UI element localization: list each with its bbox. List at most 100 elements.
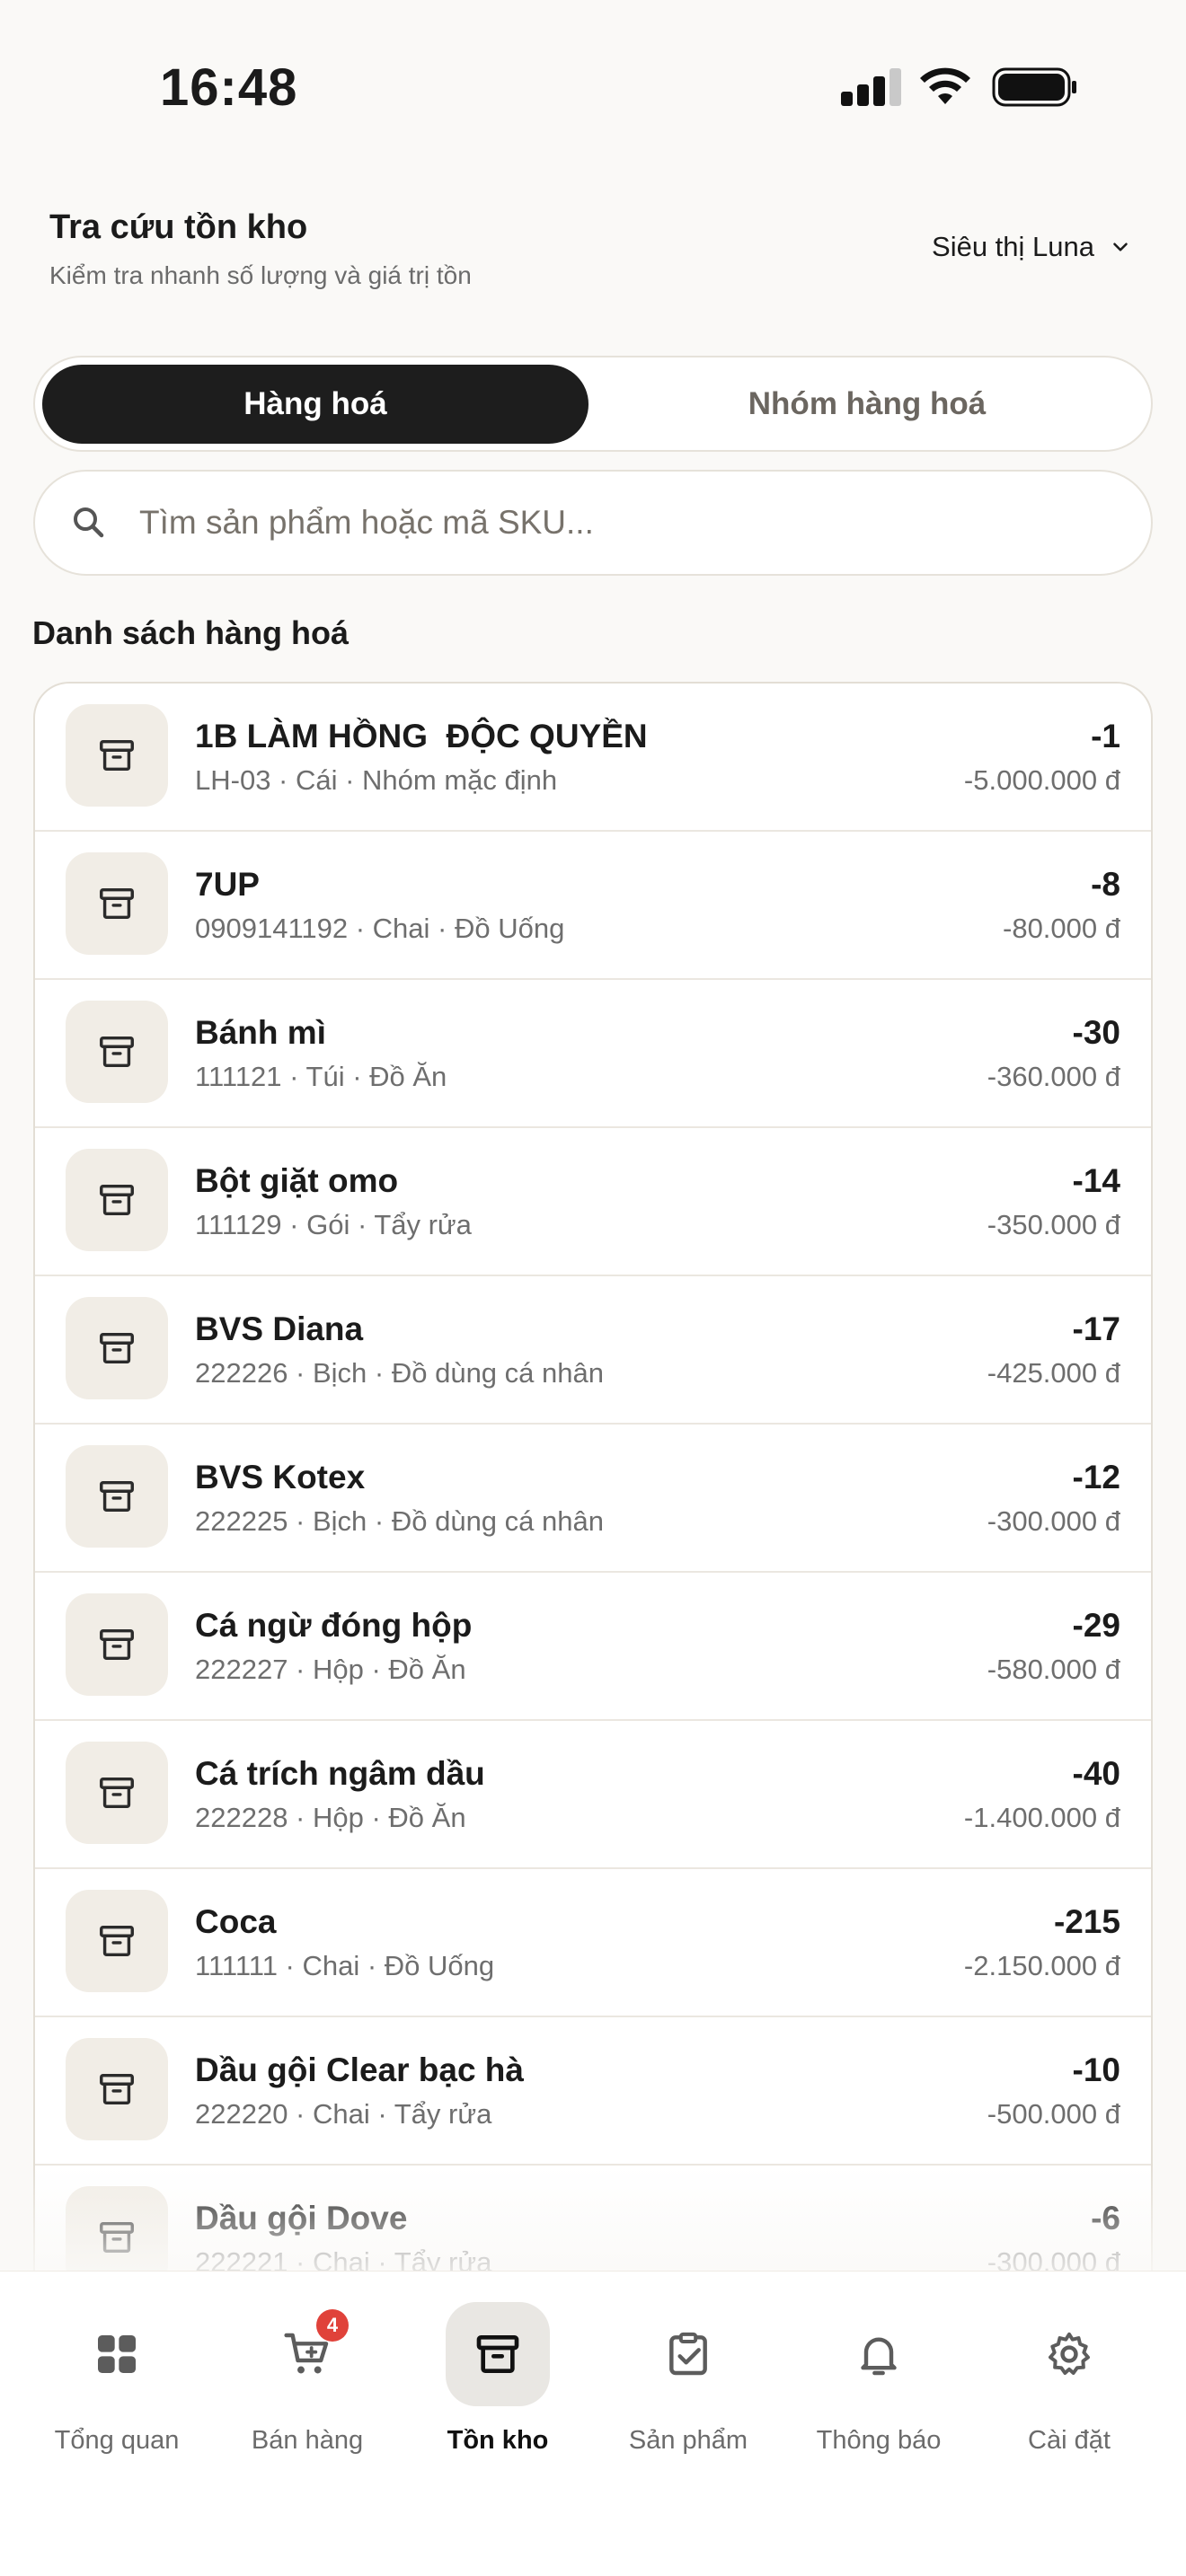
product-meta: 222225 · Bịch · Đồ dùng cá nhân bbox=[195, 1505, 604, 1537]
chevron-down-icon bbox=[1113, 243, 1128, 251]
search-input[interactable] bbox=[139, 504, 1038, 542]
product-quantity: -10 bbox=[1072, 2051, 1120, 2088]
product-thumbnail bbox=[66, 704, 168, 807]
product-thumbnail bbox=[66, 1742, 168, 1844]
product-name: BVS Kotex bbox=[195, 1459, 366, 1495]
search-bar bbox=[33, 470, 1153, 576]
product-thumbnail bbox=[66, 1297, 168, 1399]
product-value: -425.000 đ bbox=[987, 1357, 1120, 1389]
tab-products[interactable]: Sản phẩm bbox=[603, 2302, 774, 2473]
product-value: -580.000 đ bbox=[987, 1654, 1120, 1685]
segment-items[interactable]: Hàng hoá bbox=[42, 365, 589, 444]
bottom-tab-bar: Tổng quan 4 Bán hàng Tồn kho Sản phẩm Th… bbox=[0, 2271, 1186, 2576]
archive-icon bbox=[100, 1628, 134, 1661]
product-meta: LH-03 · Cái · Nhóm mặc định bbox=[195, 764, 558, 796]
product-value: -500.000 đ bbox=[987, 2098, 1120, 2130]
tab-overview[interactable]: Tổng quan bbox=[31, 2302, 202, 2473]
product-thumbnail bbox=[66, 2186, 168, 2272]
product-thumbnail bbox=[66, 2038, 168, 2140]
archive-icon bbox=[476, 2335, 519, 2373]
product-name: Bánh mì bbox=[195, 1014, 326, 1051]
product-thumbnail bbox=[66, 1593, 168, 1696]
product-value: -360.000 đ bbox=[987, 1061, 1120, 1092]
product-value: -300.000 đ bbox=[987, 2246, 1120, 2272]
product-name: 1B LÀM HỒNG ĐỘC QUYỀN bbox=[195, 718, 648, 754]
product-meta: 222226 · Bịch · Đồ dùng cá nhân bbox=[195, 1357, 604, 1389]
list-item[interactable]: BVS Kotex 222225 · Bịch · Đồ dùng cá nhâ… bbox=[35, 1425, 1151, 1573]
page-subtitle: Kiểm tra nhanh số lượng và giá trị tồn bbox=[49, 261, 472, 289]
battery-icon bbox=[992, 67, 1076, 107]
product-quantity: -1 bbox=[1091, 718, 1120, 754]
product-quantity: -215 bbox=[1053, 1903, 1120, 1940]
segment-item-groups[interactable]: Nhóm hàng hoá bbox=[589, 365, 1146, 444]
product-value: -80.000 đ bbox=[1003, 913, 1120, 944]
store-selector[interactable]: Siêu thị Luna bbox=[932, 231, 1132, 263]
product-name: Dầu gội Dove bbox=[195, 2200, 408, 2236]
product-quantity: -17 bbox=[1072, 1310, 1120, 1347]
product-name: 7UP bbox=[195, 866, 260, 903]
bell-icon bbox=[861, 2337, 897, 2376]
product-thumbnail bbox=[66, 1445, 168, 1548]
product-value: -2.150.000 đ bbox=[963, 1950, 1120, 1981]
tab-notifications[interactable]: Thông báo bbox=[793, 2302, 964, 2473]
product-thumbnail bbox=[66, 1001, 168, 1103]
status-bar: 16:48 bbox=[0, 0, 1186, 171]
product-thumbnail bbox=[66, 1149, 168, 1251]
product-meta: 222228 · Hộp · Đồ Ăn bbox=[195, 1802, 466, 1833]
list-item[interactable]: Bột giặt omo 111129 · Gói · Tẩy rửa -14 … bbox=[35, 1128, 1151, 1276]
product-list: 1B LÀM HỒNG ĐỘC QUYỀN LH-03 · Cái · Nhóm… bbox=[33, 682, 1153, 2272]
page-title: Tra cứu tồn kho bbox=[49, 208, 308, 246]
product-meta: 222227 · Hộp · Đồ Ăn bbox=[195, 1654, 466, 1685]
product-quantity: -12 bbox=[1072, 1459, 1120, 1495]
tab-sales[interactable]: 4 Bán hàng bbox=[222, 2302, 393, 2473]
list-item[interactable]: Dầu gội Dove 222221 · Chai · Tẩy rửa -6 … bbox=[35, 2166, 1151, 2272]
archive-icon bbox=[100, 1777, 134, 1809]
archive-icon bbox=[100, 739, 134, 772]
product-value: -1.400.000 đ bbox=[963, 1802, 1120, 1833]
tab-label: Tổng quan bbox=[54, 2426, 180, 2455]
tab-inventory[interactable]: Tồn kho bbox=[412, 2302, 583, 2473]
list-item[interactable]: 1B LÀM HỒNG ĐỘC QUYỀN LH-03 · Cái · Nhóm… bbox=[35, 684, 1151, 832]
segmented-control: Hàng hoá Nhóm hàng hoá bbox=[33, 356, 1153, 452]
list-item[interactable]: Cá trích ngâm dầu 222228 · Hộp · Đồ Ăn -… bbox=[35, 1721, 1151, 1869]
product-quantity: -30 bbox=[1072, 1014, 1120, 1051]
product-quantity: -6 bbox=[1091, 2200, 1120, 2236]
product-thumbnail bbox=[66, 852, 168, 955]
product-name: Cá trích ngâm dầu bbox=[195, 1755, 485, 1792]
list-item[interactable]: Bánh mì 111121 · Túi · Đồ Ăn -30 -360.00… bbox=[35, 980, 1151, 1128]
product-name: Bột giặt omo bbox=[195, 1162, 399, 1199]
search-icon bbox=[74, 507, 104, 538]
list-item[interactable]: Coca 111111 · Chai · Đồ Uống -215 -2.150… bbox=[35, 1869, 1151, 2017]
tab-label: Sản phẩm bbox=[628, 2426, 748, 2455]
tab-label: Tồn kho bbox=[447, 2426, 549, 2455]
product-meta: 222220 · Chai · Tẩy rửa bbox=[195, 2098, 492, 2130]
list-item[interactable]: BVS Diana 222226 · Bịch · Đồ dùng cá nhâ… bbox=[35, 1276, 1151, 1425]
product-name: BVS Diana bbox=[195, 1310, 364, 1347]
list-item[interactable]: Cá ngừ đóng hộp 222227 · Hộp · Đồ Ăn -29… bbox=[35, 1573, 1151, 1721]
product-quantity: -14 bbox=[1072, 1162, 1120, 1199]
product-meta: 0909141192 · Chai · Đồ Uống bbox=[195, 913, 565, 944]
cellular-signal-icon bbox=[841, 68, 902, 106]
list-item[interactable]: 7UP 0909141192 · Chai · Đồ Uống -8 -80.0… bbox=[35, 832, 1151, 980]
gear-icon bbox=[1049, 2332, 1090, 2375]
product-meta: 111129 · Gói · Tẩy rửa bbox=[195, 1209, 472, 1240]
section-title: Danh sách hàng hoá bbox=[32, 614, 350, 651]
product-thumbnail bbox=[66, 1890, 168, 1992]
product-name: Dầu gội Clear bạc hà bbox=[195, 2051, 524, 2088]
clipboard-check-icon bbox=[669, 2332, 707, 2376]
product-quantity: -29 bbox=[1072, 1607, 1120, 1644]
archive-icon bbox=[100, 1036, 134, 1068]
store-name: Siêu thị Luna bbox=[932, 231, 1094, 262]
archive-icon bbox=[100, 1925, 134, 1957]
tab-label: Bán hàng bbox=[251, 2426, 364, 2455]
archive-icon bbox=[100, 1480, 134, 1513]
product-name: Coca bbox=[195, 1903, 277, 1940]
list-item[interactable]: Dầu gội Clear bạc hà 222220 · Chai · Tẩy… bbox=[35, 2017, 1151, 2166]
product-value: -300.000 đ bbox=[987, 1505, 1120, 1537]
archive-icon bbox=[100, 1332, 134, 1364]
tab-settings[interactable]: Cài đặt bbox=[984, 2302, 1155, 2473]
archive-icon bbox=[100, 2221, 134, 2254]
product-quantity: -8 bbox=[1091, 866, 1120, 903]
cart-badge: 4 bbox=[316, 2309, 349, 2342]
archive-icon bbox=[100, 2073, 134, 2105]
